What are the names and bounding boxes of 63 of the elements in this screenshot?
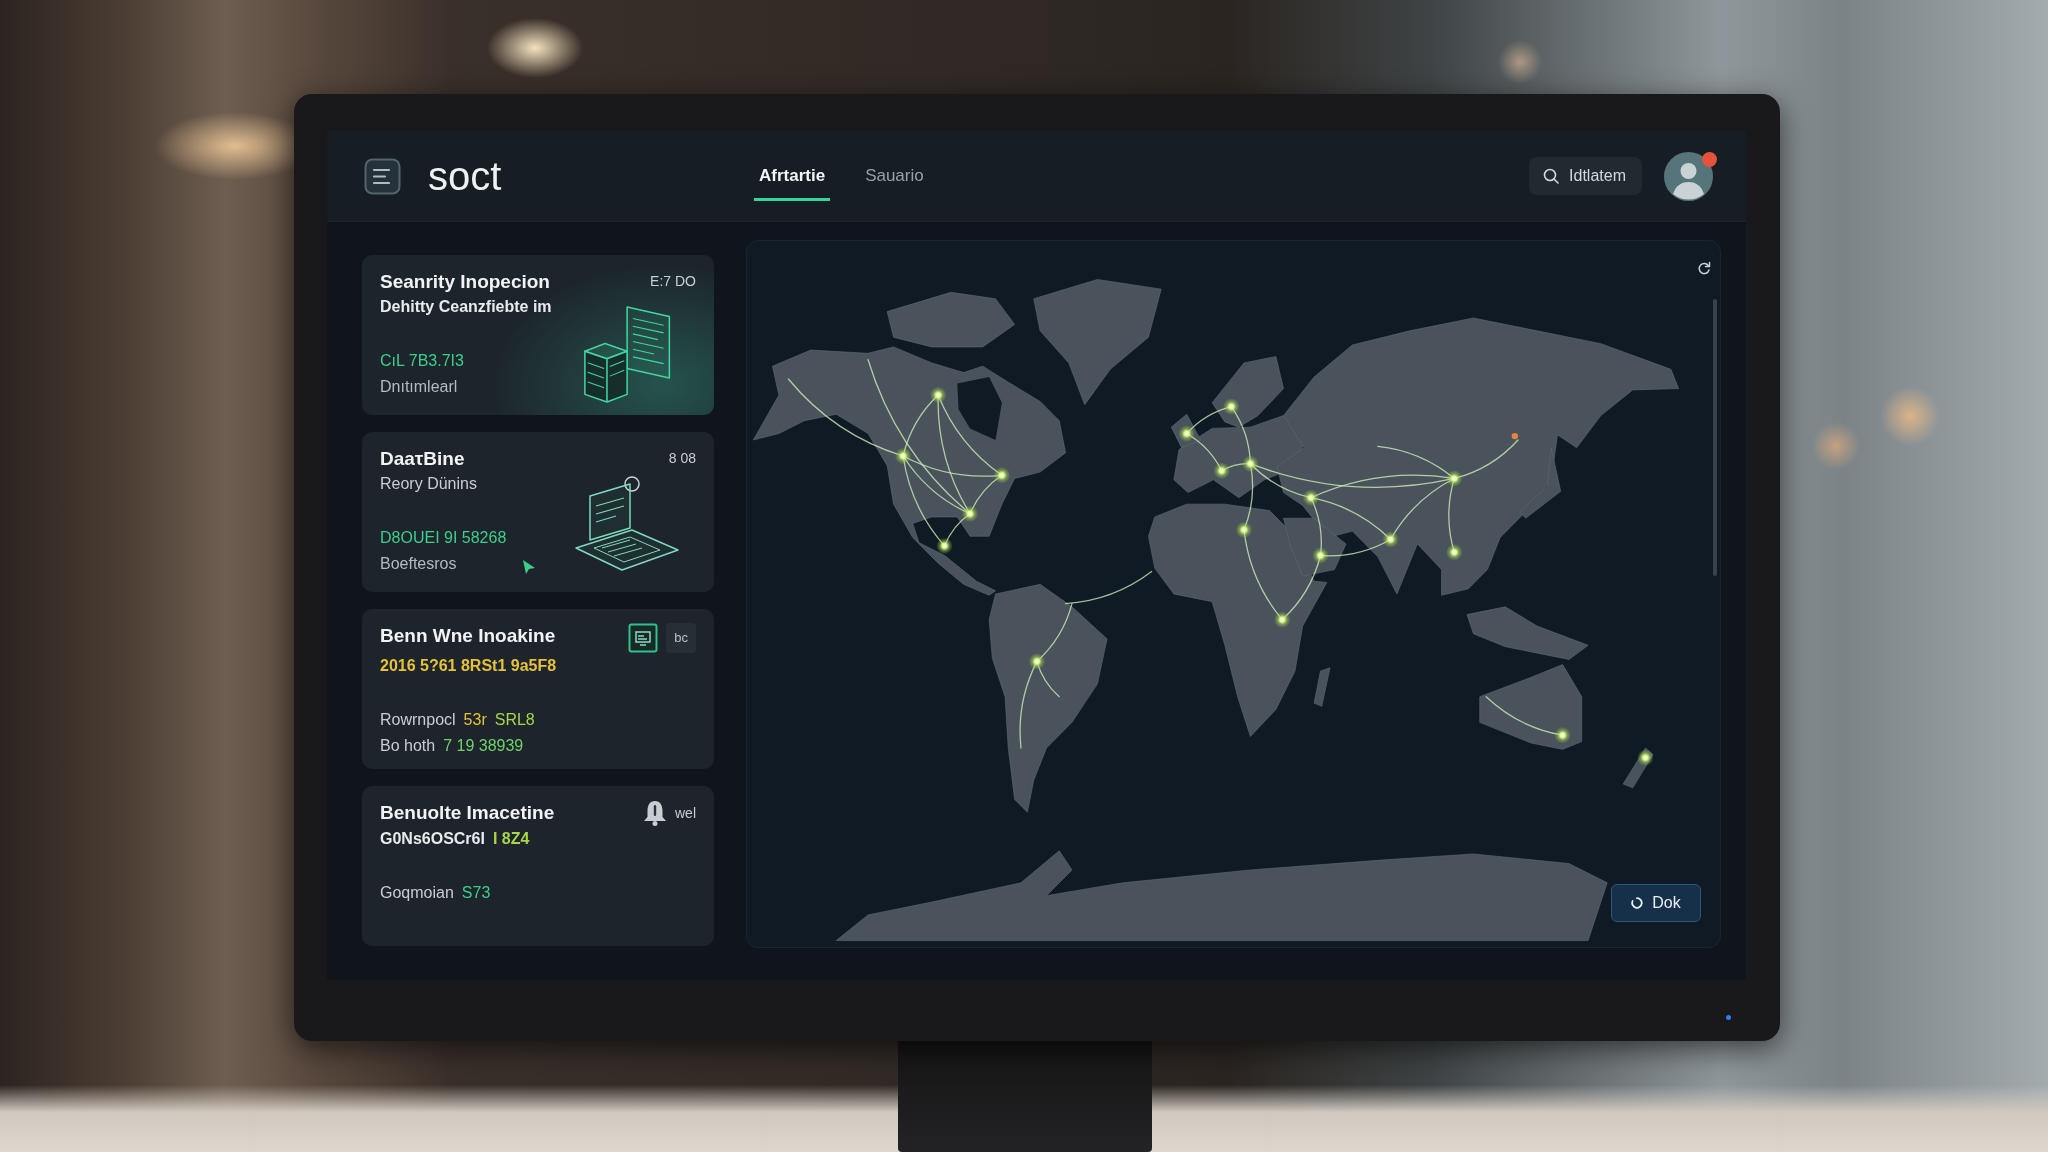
- bell-icon: [643, 800, 667, 826]
- hub-marker: [936, 537, 953, 555]
- nav-tab[interactable]: Afrtartie: [754, 151, 831, 201]
- power-led-icon: [1726, 1015, 1731, 1020]
- hub-marker: [1446, 543, 1463, 561]
- card-title: DaaτBine: [380, 447, 465, 471]
- hub-marker: [1637, 749, 1654, 766]
- detail-text: Dnıtımlearl: [380, 377, 458, 397]
- hub-marker: [1223, 398, 1240, 415]
- label-text: G0Ns6OSCr6I: [380, 829, 485, 849]
- label-text: Rowrnpocl: [380, 710, 456, 730]
- refresh-icon[interactable]: [1697, 261, 1711, 275]
- value-text: SRL8: [494, 710, 535, 730]
- subtitle-text: Reory Dünins: [380, 474, 477, 494]
- value-text: I 8Z4: [492, 829, 530, 849]
- scrollbar[interactable]: [1713, 299, 1717, 576]
- hub-marker: [1446, 470, 1463, 487]
- value-text: 7 19 38939: [443, 736, 524, 756]
- hub-marker: [1028, 653, 1046, 670]
- hub-marker: [1382, 531, 1399, 548]
- screen-icon: [628, 623, 659, 653]
- value-text: S73: [461, 883, 491, 903]
- card-title: Benn Wne Inoakine: [380, 624, 556, 648]
- value-text: 53r: [463, 710, 487, 730]
- hub-marker: [1312, 547, 1329, 564]
- hub-marker: [1554, 726, 1571, 744]
- hub-marker: [1235, 521, 1253, 539]
- meta-text: wel: [675, 803, 696, 823]
- subtitle-text: Dehitty Ceanzfiebte im: [380, 297, 552, 317]
- meta-text: 8 08: [668, 449, 696, 468]
- info-card[interactable]: Benuolte Imacetine wel G0Ns6OSCr6I I 8Z4 Goqmoian S73: [362, 786, 714, 946]
- info-card[interactable]: Benn Wne Inoakine bc 2016 5?61 8RSt1 9a5F8 Rowrnpocl 53r SRL8 Bo hoth 7 19 38939: [362, 609, 714, 769]
- nav-tab[interactable]: Sauario: [860, 151, 929, 201]
- hub-marker: [1213, 462, 1230, 480]
- search-button[interactable]: Idtlatem: [1529, 157, 1642, 195]
- user-avatar[interactable]: [1664, 151, 1713, 201]
- label-text: Bo hoth: [380, 736, 436, 756]
- alert-marker: [1511, 432, 1518, 440]
- ring-icon: [1631, 897, 1644, 909]
- cursor-icon: [522, 559, 536, 575]
- logo-icon[interactable]: [364, 157, 401, 195]
- detail-text: CıL 7B3.7I3: [380, 351, 464, 371]
- subtitle-text: 2016 5?61 8RSt1 9a5F8: [380, 656, 557, 676]
- map-action-button[interactable]: Dok: [1611, 884, 1701, 922]
- detail-text: Boeftesros: [380, 554, 457, 574]
- card-title: Seanrity Inopecion: [380, 270, 550, 294]
- app-logo-text: soct: [428, 156, 502, 196]
- hub-marker: [1302, 489, 1320, 507]
- hub-marker: [1273, 611, 1291, 628]
- card-title: Benuolte Imacetine: [380, 801, 555, 825]
- info-card[interactable]: DaaτBine 8 08 Reory Dünins D8OUEI 9I 58268 Boeftesros: [362, 432, 714, 592]
- hub-marker: [929, 386, 947, 404]
- hub-marker: [993, 466, 1011, 484]
- hub-marker: [1242, 455, 1259, 473]
- tag-label: bc: [666, 623, 696, 653]
- search-icon: [1543, 168, 1560, 184]
- hub-marker: [961, 505, 979, 523]
- hub-marker: [894, 447, 912, 465]
- hub-marker: [1178, 425, 1195, 442]
- info-card[interactable]: Seanrity Inopecion E:7 DO Dehitty Ceanzfiebte im CıL 7B3.7I3 Dnıtımlearl: [362, 255, 714, 415]
- label-text: Goqmoian: [380, 883, 454, 903]
- meta-text: E:7 DO: [650, 272, 696, 291]
- detail-text: D8OUEI 9I 58268: [380, 528, 507, 548]
